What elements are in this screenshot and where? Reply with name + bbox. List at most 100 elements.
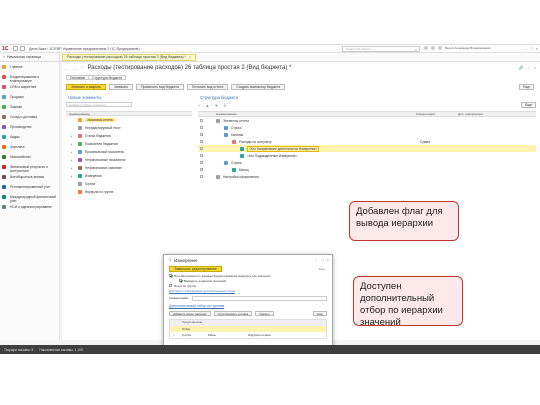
row-checkbox[interactable]: [200, 175, 203, 178]
sidebar-item-label: Международный финансовый учет: [10, 195, 56, 203]
expand-icon[interactable]: ▸: [71, 150, 75, 154]
minimize-icon[interactable]: –: [525, 46, 527, 51]
sidebar-item[interactable]: Бюджетирование и планирование: [0, 75, 59, 83]
expand-icon[interactable]: ▸: [71, 142, 75, 146]
favorites-icon[interactable]: [438, 46, 442, 50]
list-item[interactable]: ▸ Произвольный показатель: [66, 148, 192, 156]
tree-node-label: Месяц: [239, 167, 249, 172]
sidebar-item[interactable]: Казначейство: [0, 155, 59, 163]
tree-row[interactable]: Колонки: [198, 131, 536, 138]
close-tab-icon[interactable]: ×: [189, 55, 191, 59]
current-user[interactable]: Белов Александр Владимирович: [445, 46, 491, 50]
list-item[interactable]: ▸ Измерения: [66, 172, 192, 180]
row-checkbox[interactable]: [200, 168, 203, 171]
expand-icon[interactable]: ▸: [71, 174, 75, 178]
tree-row[interactable]: <Кто Подразделение Измерение>: [198, 152, 536, 159]
sidebar-item[interactable]: CRM и маркетинг: [0, 85, 59, 93]
history-icon[interactable]: [20, 46, 25, 51]
filter-more-button[interactable]: Еще: [313, 311, 327, 316]
write-button[interactable]: Записать: [108, 84, 134, 90]
delete-icon[interactable]: ✕: [223, 103, 226, 108]
row-checkbox[interactable]: [200, 161, 203, 164]
row-checkbox[interactable]: [200, 133, 203, 136]
checkbox[interactable]: [179, 279, 182, 282]
sidebar-item[interactable]: Международный финансовый учет: [0, 195, 59, 203]
tree-row[interactable]: Расходы по контракту Сумма: [198, 138, 536, 145]
list-item[interactable]: ▸ Нефинансовые показатели: [66, 156, 192, 164]
list-item[interactable]: Заголовок отчета: [66, 116, 192, 124]
delete-button[interactable]: Удалить: [255, 311, 274, 316]
dialog-more-button[interactable]: Еще: [319, 267, 325, 271]
move-down-icon[interactable]: ▼: [214, 103, 218, 108]
row-checkbox[interactable]: [200, 140, 203, 143]
save-and-close-button[interactable]: Записать и закрыть: [66, 84, 106, 90]
expand-icon[interactable]: ▸: [71, 166, 75, 170]
tab-budget-structure[interactable]: Структура бюджета: [88, 75, 127, 80]
sidebar-item[interactable]: Склад и доставка: [0, 115, 59, 123]
row-checkbox[interactable]: [200, 154, 203, 157]
close-form-icon[interactable]: ×: [534, 65, 536, 70]
sidebar-item[interactable]: Главное: [0, 65, 59, 73]
forward-arrow-icon[interactable]: →: [72, 66, 77, 71]
list-item[interactable]: ▸ Статья бюджетов: [66, 132, 192, 140]
maximize-icon[interactable]: □: [530, 46, 532, 51]
create-copy-button[interactable]: Создать экземпляр бюджета: [231, 84, 286, 90]
sidebar-item[interactable]: Продажи: [0, 95, 59, 103]
dialog-more-icon[interactable]: ⋮: [314, 257, 318, 262]
global-search-input[interactable]: Поиск Ctrl+Shift+F ⌕: [342, 46, 420, 52]
tab-main[interactable]: Основное: [66, 75, 90, 80]
back-arrow-icon[interactable]: ←: [64, 66, 69, 71]
checkbox[interactable]: [169, 274, 172, 277]
finish-editing-button[interactable]: Завершить редактирование: [169, 266, 222, 272]
move-up-icon[interactable]: ▲: [205, 103, 209, 108]
list-item[interactable]: ▸ Нефинансовое значение: [66, 164, 192, 172]
star-icon[interactable]: ☆: [168, 257, 172, 263]
sidebar-item[interactable]: Внеоборотные активы: [0, 175, 59, 183]
list-item[interactable]: Группа: [66, 180, 192, 188]
close-icon[interactable]: ×: [536, 46, 538, 51]
table-row[interactable]: ✓ Группа Равно Индукция Сервис: [170, 332, 326, 338]
row-checkbox[interactable]: [200, 147, 203, 150]
add-icon[interactable]: +: [198, 103, 200, 108]
row-checkbox[interactable]: [200, 119, 203, 122]
sidebar-item[interactable]: Регламентированный учет: [0, 185, 59, 193]
tree-row[interactable]: Строки: [198, 159, 536, 166]
list-item[interactable]: ▸ Показатели бюджетов: [66, 140, 192, 148]
apply-view-button[interactable]: Применить вид бюджета: [136, 84, 184, 90]
sidebar-item[interactable]: Кадры: [0, 135, 59, 143]
elements-search-input[interactable]: Добавить новые элементы: [66, 102, 132, 107]
more-button[interactable]: Еще: [519, 84, 534, 90]
sidebar-item[interactable]: Зарплата: [0, 145, 59, 153]
sidebar-item[interactable]: Производство: [0, 125, 59, 133]
structure-more-button[interactable]: Еще: [521, 102, 536, 108]
tree-row[interactable]: Месяц: [198, 166, 536, 173]
sidebar-item-label: Производство: [10, 125, 32, 129]
menu-icon[interactable]: [13, 46, 18, 51]
expand-icon[interactable]: ▸: [71, 134, 75, 138]
sidebar-item[interactable]: НСИ и администрирование: [0, 205, 59, 213]
favorite-star-icon[interactable]: ☆: [80, 65, 84, 71]
sidebar-item[interactable]: Закупки: [0, 105, 59, 113]
tree-row[interactable]: Строки: [198, 124, 536, 131]
tab-document[interactable]: Расходы (тестирование расходов) 26 табли…: [62, 53, 196, 61]
link-icon[interactable]: 🔗: [519, 65, 524, 70]
list-item[interactable]: Нередактируемый текст: [66, 124, 192, 132]
notifications-icon[interactable]: [424, 46, 428, 50]
dialog-maximize-icon[interactable]: □: [321, 257, 323, 262]
list-item[interactable]: Формула по группе: [66, 188, 192, 196]
group-conditions-button[interactable]: Сгруппировать условия: [213, 311, 253, 316]
more-icon[interactable]: ⋮: [527, 65, 531, 70]
sidebar-item[interactable]: Финансовый результат и контроллинг: [0, 165, 59, 173]
tree-row[interactable]: Элементы отчета: [198, 117, 536, 124]
add-value-button[interactable]: Добавить новое значение: [169, 311, 211, 316]
tree-row[interactable]: Настройки оформления: [198, 173, 536, 180]
history-icon[interactable]: [431, 46, 435, 50]
expand-icon[interactable]: ▸: [71, 158, 75, 162]
row-checkbox[interactable]: [200, 126, 203, 129]
tree-row[interactable]: <Кто Направление деятельности Измерение>: [198, 145, 536, 152]
tab-home[interactable]: ⌂ Начальная страница: [0, 52, 60, 62]
checkbox[interactable]: [169, 284, 172, 287]
print-view-button[interactable]: Печатать вид отчета: [186, 84, 229, 90]
dialog-close-icon[interactable]: ×: [327, 257, 329, 262]
comment-field[interactable]: [191, 295, 327, 301]
